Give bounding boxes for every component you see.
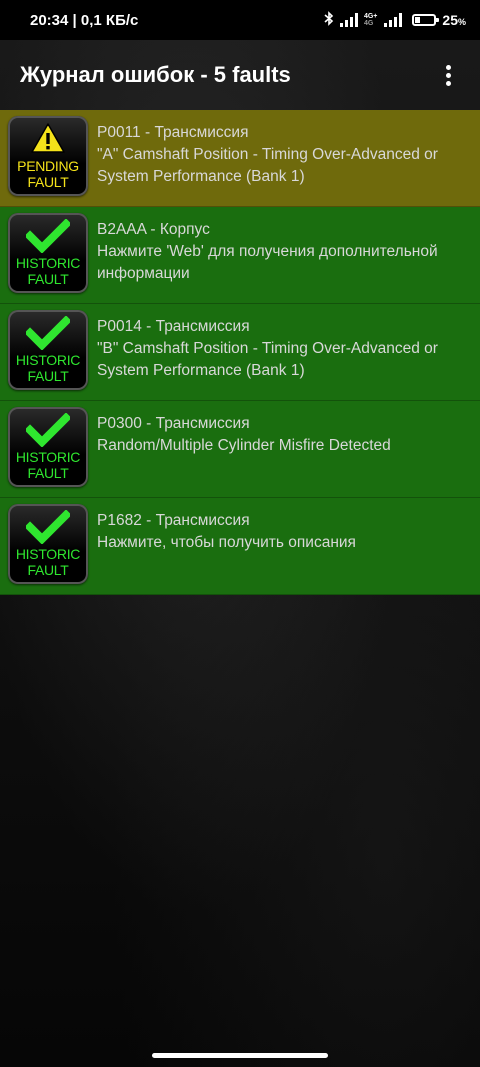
- checkmark-icon: [26, 413, 70, 447]
- fault-code: B2AAA - Корпус: [97, 221, 210, 238]
- fault-description: Random/Multiple Cylinder Misfire Detecte…: [97, 437, 391, 454]
- status-time-data: 20:34 | 0,1 КБ/с: [30, 11, 139, 29]
- fault-list: PENDING FAULT P0011 - Трансмиссия "A" Ca…: [0, 110, 480, 595]
- page-title: Журнал ошибок - 5 faults: [20, 62, 291, 87]
- historic-fault-badge: HISTORIC FAULT: [8, 504, 88, 584]
- fault-row[interactable]: HISTORIC FAULT P1682 - Трансмиссия Нажми…: [0, 498, 480, 595]
- fault-row[interactable]: PENDING FAULT P0011 - Трансмиссия "A" Ca…: [0, 110, 480, 207]
- historic-fault-badge: HISTORIC FAULT: [8, 213, 88, 293]
- badge-label: HISTORIC FAULT: [15, 255, 81, 287]
- screen: 20:34 | 0,1 КБ/с 4G+ 4G 25% Журнал ошибо…: [0, 0, 480, 1067]
- net-tag-bottom: 4G: [363, 20, 374, 27]
- battery-icon: [412, 14, 440, 26]
- fault-description: Нажмите 'Web' для получения дополнительн…: [97, 243, 438, 282]
- badge-label: HISTORIC FAULT: [15, 449, 81, 481]
- status-bar: 20:34 | 0,1 КБ/с 4G+ 4G 25%: [0, 0, 480, 40]
- gesture-navigation-handle[interactable]: [152, 1053, 328, 1058]
- fault-description: "B" Camshaft Position - Timing Over-Adva…: [97, 340, 438, 379]
- fault-text: P0011 - Трансмиссия "A" Camshaft Positio…: [97, 116, 472, 188]
- warning-triangle-icon: [31, 123, 65, 153]
- fault-text: P1682 - Трансмиссия Нажмите, чтобы получ…: [97, 504, 472, 554]
- checkmark-icon: [26, 510, 70, 544]
- fault-description: "A" Camshaft Position - Timing Over-Adva…: [97, 146, 438, 185]
- badge-label: HISTORIC FAULT: [15, 546, 81, 578]
- signal-strength-icon-1: [339, 13, 358, 27]
- historic-fault-badge: HISTORIC FAULT: [8, 310, 88, 390]
- signal-strength-icon-2: [384, 13, 403, 27]
- battery-percent: 25%: [442, 12, 466, 28]
- net-tag-top: 4G+: [363, 13, 378, 20]
- fault-row[interactable]: HISTORIC FAULT B2AAA - Корпус Нажмите 'W…: [0, 207, 480, 304]
- fault-code: P0011 - Трансмиссия: [97, 124, 249, 141]
- overflow-menu-icon[interactable]: [436, 57, 460, 93]
- fault-row[interactable]: HISTORIC FAULT P0014 - Трансмиссия "B" C…: [0, 304, 480, 401]
- bluetooth-icon: [324, 10, 334, 30]
- network-type-label: 4G+ 4G: [364, 13, 377, 27]
- fault-row[interactable]: HISTORIC FAULT P0300 - Трансмиссия Rando…: [0, 401, 480, 498]
- badge-label: HISTORIC FAULT: [15, 352, 81, 384]
- fault-text: P0014 - Трансмиссия "B" Camshaft Positio…: [97, 310, 472, 382]
- fault-description: Нажмите, чтобы получить описания: [97, 534, 356, 551]
- app-bar: Журнал ошибок - 5 faults: [0, 40, 480, 110]
- historic-fault-badge: HISTORIC FAULT: [8, 407, 88, 487]
- pending-fault-badge: PENDING FAULT: [8, 116, 88, 196]
- checkmark-icon: [26, 316, 70, 350]
- badge-label: PENDING FAULT: [17, 158, 79, 190]
- fault-text: P0300 - Трансмиссия Random/Multiple Cyli…: [97, 407, 472, 457]
- fault-code: P0300 - Трансмиссия: [97, 415, 250, 432]
- fault-text: B2AAA - Корпус Нажмите 'Web' для получен…: [97, 213, 472, 285]
- checkmark-icon: [26, 219, 70, 253]
- status-icons: 4G+ 4G 25%: [324, 10, 466, 30]
- fault-code: P1682 - Трансмиссия: [97, 512, 250, 529]
- fault-code: P0014 - Трансмиссия: [97, 318, 250, 335]
